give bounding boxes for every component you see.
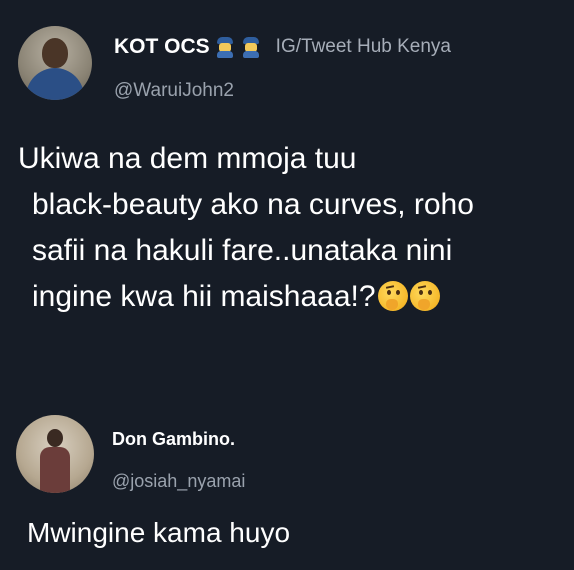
source-watermark: IG/Tweet Hub Kenya bbox=[275, 36, 451, 57]
reply-tweet: Don Gambino. @josiah_nyamai Mwingine kam… bbox=[0, 405, 574, 570]
tweet-text-line: safii na hakuli fare..unataka nini bbox=[32, 234, 453, 267]
tweet-text-line-final: ingine kwa hii maishaaa!? bbox=[18, 274, 558, 320]
reply-handle[interactable]: @josiah_nyamai bbox=[112, 471, 245, 492]
reply-display-name[interactable]: Don Gambino. bbox=[112, 429, 235, 450]
tweet-text-line: ingine kwa hii maishaaa!? bbox=[32, 280, 376, 313]
reply-author-row: Don Gambino. bbox=[112, 429, 235, 450]
tweet-text-line: black-beauty ako na curves, roho bbox=[32, 188, 474, 221]
reply-avatar[interactable] bbox=[16, 415, 94, 493]
thinking-face-icon bbox=[409, 281, 440, 311]
author-handle[interactable]: @WaruiJohn2 bbox=[114, 80, 234, 102]
avatar-body bbox=[26, 68, 84, 100]
avatar-head bbox=[42, 38, 68, 68]
tweet-text: Ukiwa na dem mmoja tuu black-beauty ako … bbox=[18, 136, 558, 320]
avatar-head bbox=[47, 429, 63, 447]
thinking-face-icon bbox=[377, 281, 408, 311]
main-tweet: KOT OCS IG/Tweet Hub Kenya @WaruiJohn2 U… bbox=[0, 0, 574, 380]
police-officer-icon bbox=[240, 36, 262, 58]
author-row: KOT OCS IG/Tweet Hub Kenya bbox=[114, 35, 451, 59]
tweet-text-line: Ukiwa na dem mmoja tuu bbox=[18, 142, 357, 175]
reply-text: Mwingine kama huyo bbox=[27, 517, 291, 548]
police-officer-icon bbox=[214, 36, 236, 58]
author-display-name[interactable]: KOT OCS bbox=[114, 35, 210, 59]
avatar-body bbox=[40, 447, 70, 493]
avatar[interactable] bbox=[18, 26, 92, 100]
